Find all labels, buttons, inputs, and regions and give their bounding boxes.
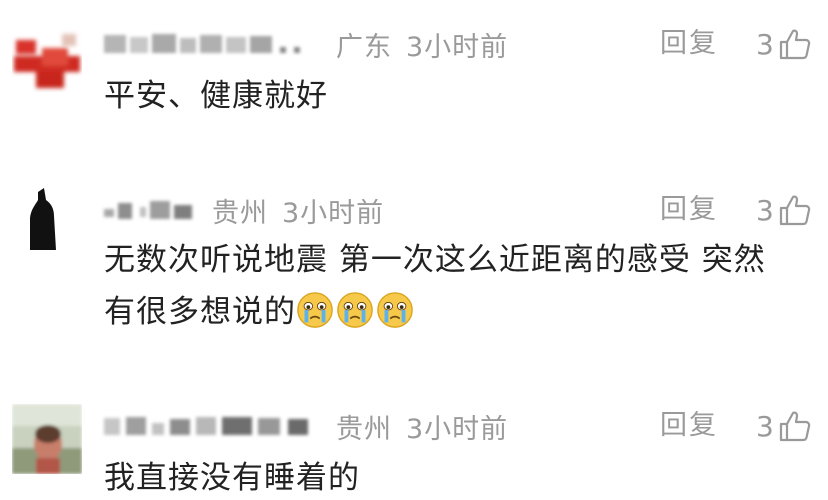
thumbs-up-icon [779,29,811,60]
comment-text-line-2-label: 有很多想说的 [104,294,296,330]
blurred-nickname [104,417,308,435]
photo-avatar-icon [12,404,82,474]
crying-face-emoji-icon [337,292,373,328]
thumbs-up-icon [779,195,811,226]
reply-button[interactable]: 回复 [660,24,718,64]
comment-text-line-1: 无数次听说地震 第一次这么近距离的感受 突然 [104,242,766,278]
like-button[interactable]: 3 [756,406,812,446]
avatar[interactable] [12,26,82,96]
like-button[interactable]: 3 [756,190,812,230]
comment-time: 3小时前 [282,197,385,229]
avatar[interactable] [12,404,82,474]
like-count: 3 [756,193,774,227]
blurred-nickname [104,34,300,53]
reply-button[interactable]: 回复 [660,406,718,446]
like-button[interactable]: 3 [756,24,812,64]
comment-location: 贵州 [212,197,268,229]
like-count: 3 [756,409,774,443]
comment-time: 3小时前 [406,413,509,445]
avatar[interactable] [12,186,82,256]
comment-time: 3小时前 [406,31,509,63]
dark-silhouette-avatar-icon [12,186,82,256]
comment-meta: 广东 3小时前 [104,24,508,64]
reply-button[interactable]: 回复 [660,190,718,230]
comment-location: 贵州 [336,413,392,445]
like-count: 3 [756,27,774,61]
red-blurred-avatar-icon [12,26,82,96]
comment-location: 广东 [336,31,392,63]
crying-face-emoji-icon [377,292,413,328]
comment-meta: 贵州 3小时前 [104,406,508,446]
thumbs-up-icon [779,411,811,442]
comment-text: 我直接没有睡着的 [104,460,360,496]
blurred-nickname [104,201,192,219]
comment-text: 平安、健康就好 [104,78,328,114]
comment-text-line-2: 有很多想说的 [104,284,416,340]
comment-meta: 贵州 3小时前 [104,190,384,230]
comment-list: 广东 3小时前 回复 3 平安、健康就好 贵州 3小时前 回复 3 无数次听说地… [0,0,828,500]
crying-face-emoji-icon [297,292,333,328]
